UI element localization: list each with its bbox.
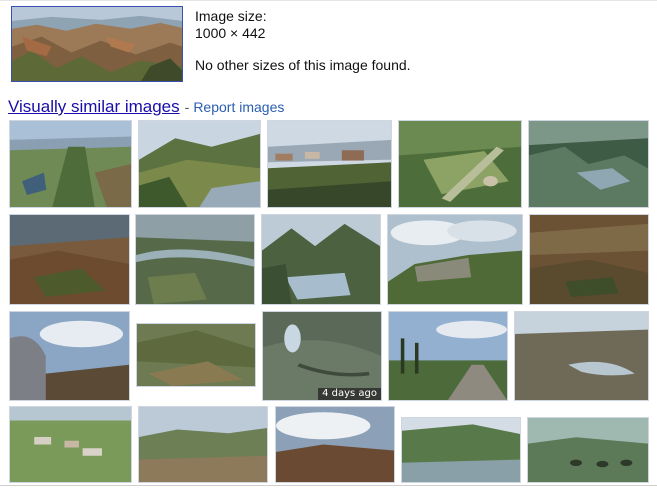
similar-image-18[interactable] — [275, 406, 395, 483]
wetland-river-image — [515, 312, 648, 400]
bottom-divider — [0, 485, 657, 486]
report-images-link[interactable]: Report images — [193, 99, 284, 115]
aerial-terrain-image — [10, 215, 129, 304]
image-size-label: Image size: — [195, 8, 267, 24]
similar-image-11[interactable] — [9, 311, 130, 401]
aerial-brown-hills-image — [530, 215, 648, 304]
similar-image-14[interactable] — [388, 311, 508, 401]
similar-image-20[interactable] — [527, 417, 649, 483]
top-divider — [0, 0, 657, 1]
aerial-river-image — [136, 215, 254, 304]
similar-image-9[interactable] — [387, 214, 523, 305]
similar-image-7[interactable] — [135, 214, 255, 305]
village-valley-image — [10, 407, 131, 482]
similar-image-15[interactable] — [514, 311, 649, 401]
similar-image-13[interactable]: 4 days ago — [262, 311, 382, 401]
image-dimensions: 1000 × 442 — [195, 25, 266, 41]
stormy-sky-hills-image — [276, 407, 394, 482]
similar-image-19[interactable] — [401, 417, 521, 483]
observatory-dome-image — [10, 312, 129, 400]
moorland-hills-image — [139, 407, 267, 482]
similar-image-16[interactable] — [9, 406, 132, 483]
similar-image-3[interactable] — [267, 120, 392, 208]
aerial-fields-image — [399, 121, 521, 207]
similar-image-8[interactable] — [261, 214, 381, 305]
similar-image-17[interactable] — [138, 406, 268, 483]
camp-hillside-image — [402, 418, 520, 482]
similar-images-header: Visually similar images - Report images — [8, 97, 284, 117]
cliff-clouds-image — [388, 215, 522, 304]
query-image-thumbnail[interactable] — [11, 6, 183, 82]
underwater-fish-image — [263, 312, 381, 400]
mountain-lake-image — [262, 215, 380, 304]
lake-hills-image — [529, 121, 648, 207]
no-other-sizes-note: No other sizes of this image found. — [195, 57, 411, 73]
misty-valley-people-image — [528, 418, 648, 482]
image-size-info: Image size: 1000 × 442 No other sizes of… — [195, 8, 411, 74]
similar-image-6[interactable] — [9, 214, 130, 305]
header-separator: - — [184, 99, 190, 115]
aerial-ridges-image — [137, 324, 255, 386]
aerial-valley-image — [10, 121, 131, 207]
tile-date-badge: 4 days ago — [318, 388, 381, 400]
river-hills-image — [139, 121, 260, 207]
similar-image-1[interactable] — [9, 120, 132, 208]
similar-image-4[interactable] — [398, 120, 522, 208]
canyon-image — [12, 7, 182, 81]
road-trees-image — [389, 312, 507, 400]
similar-image-10[interactable] — [529, 214, 649, 305]
similar-image-12[interactable] — [136, 323, 256, 387]
visually-similar-images-link[interactable]: Visually similar images — [8, 97, 180, 116]
similar-image-2[interactable] — [138, 120, 261, 208]
village-hillside-image — [268, 121, 391, 207]
similar-image-5[interactable] — [528, 120, 649, 208]
